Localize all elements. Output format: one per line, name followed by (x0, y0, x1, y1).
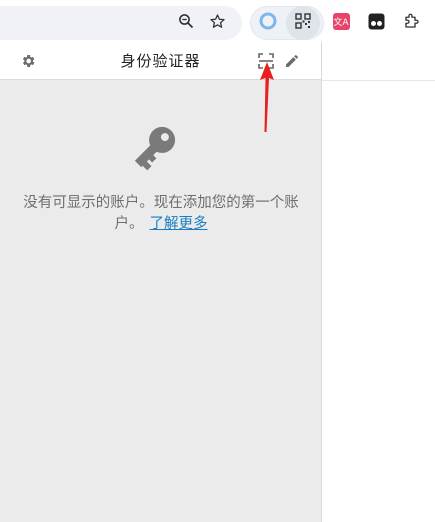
bookmark-star-icon[interactable] (208, 12, 226, 30)
browser-toolbar: 文A (0, 0, 435, 42)
extensions-puzzle-icon[interactable] (402, 11, 422, 31)
qr-scanner-extension-icon[interactable] (293, 11, 313, 31)
tampermonkey-icon[interactable] (366, 11, 386, 31)
zoom-icon[interactable] (177, 12, 195, 30)
translate-extension-icon[interactable]: 文A (331, 11, 351, 31)
translate-badge: 文A (332, 12, 350, 30)
page-divider (322, 80, 435, 81)
pencil-icon[interactable] (282, 51, 302, 71)
extension-circle-icon[interactable] (258, 11, 278, 31)
annotation-arrow (260, 62, 274, 132)
empty-state-message: 没有可显示的账户。现在添加您的第一个账户。 了解更多 (20, 193, 302, 235)
key-icon (134, 126, 176, 171)
learn-more-link[interactable]: 了解更多 (150, 216, 208, 232)
address-bar[interactable] (0, 6, 242, 40)
